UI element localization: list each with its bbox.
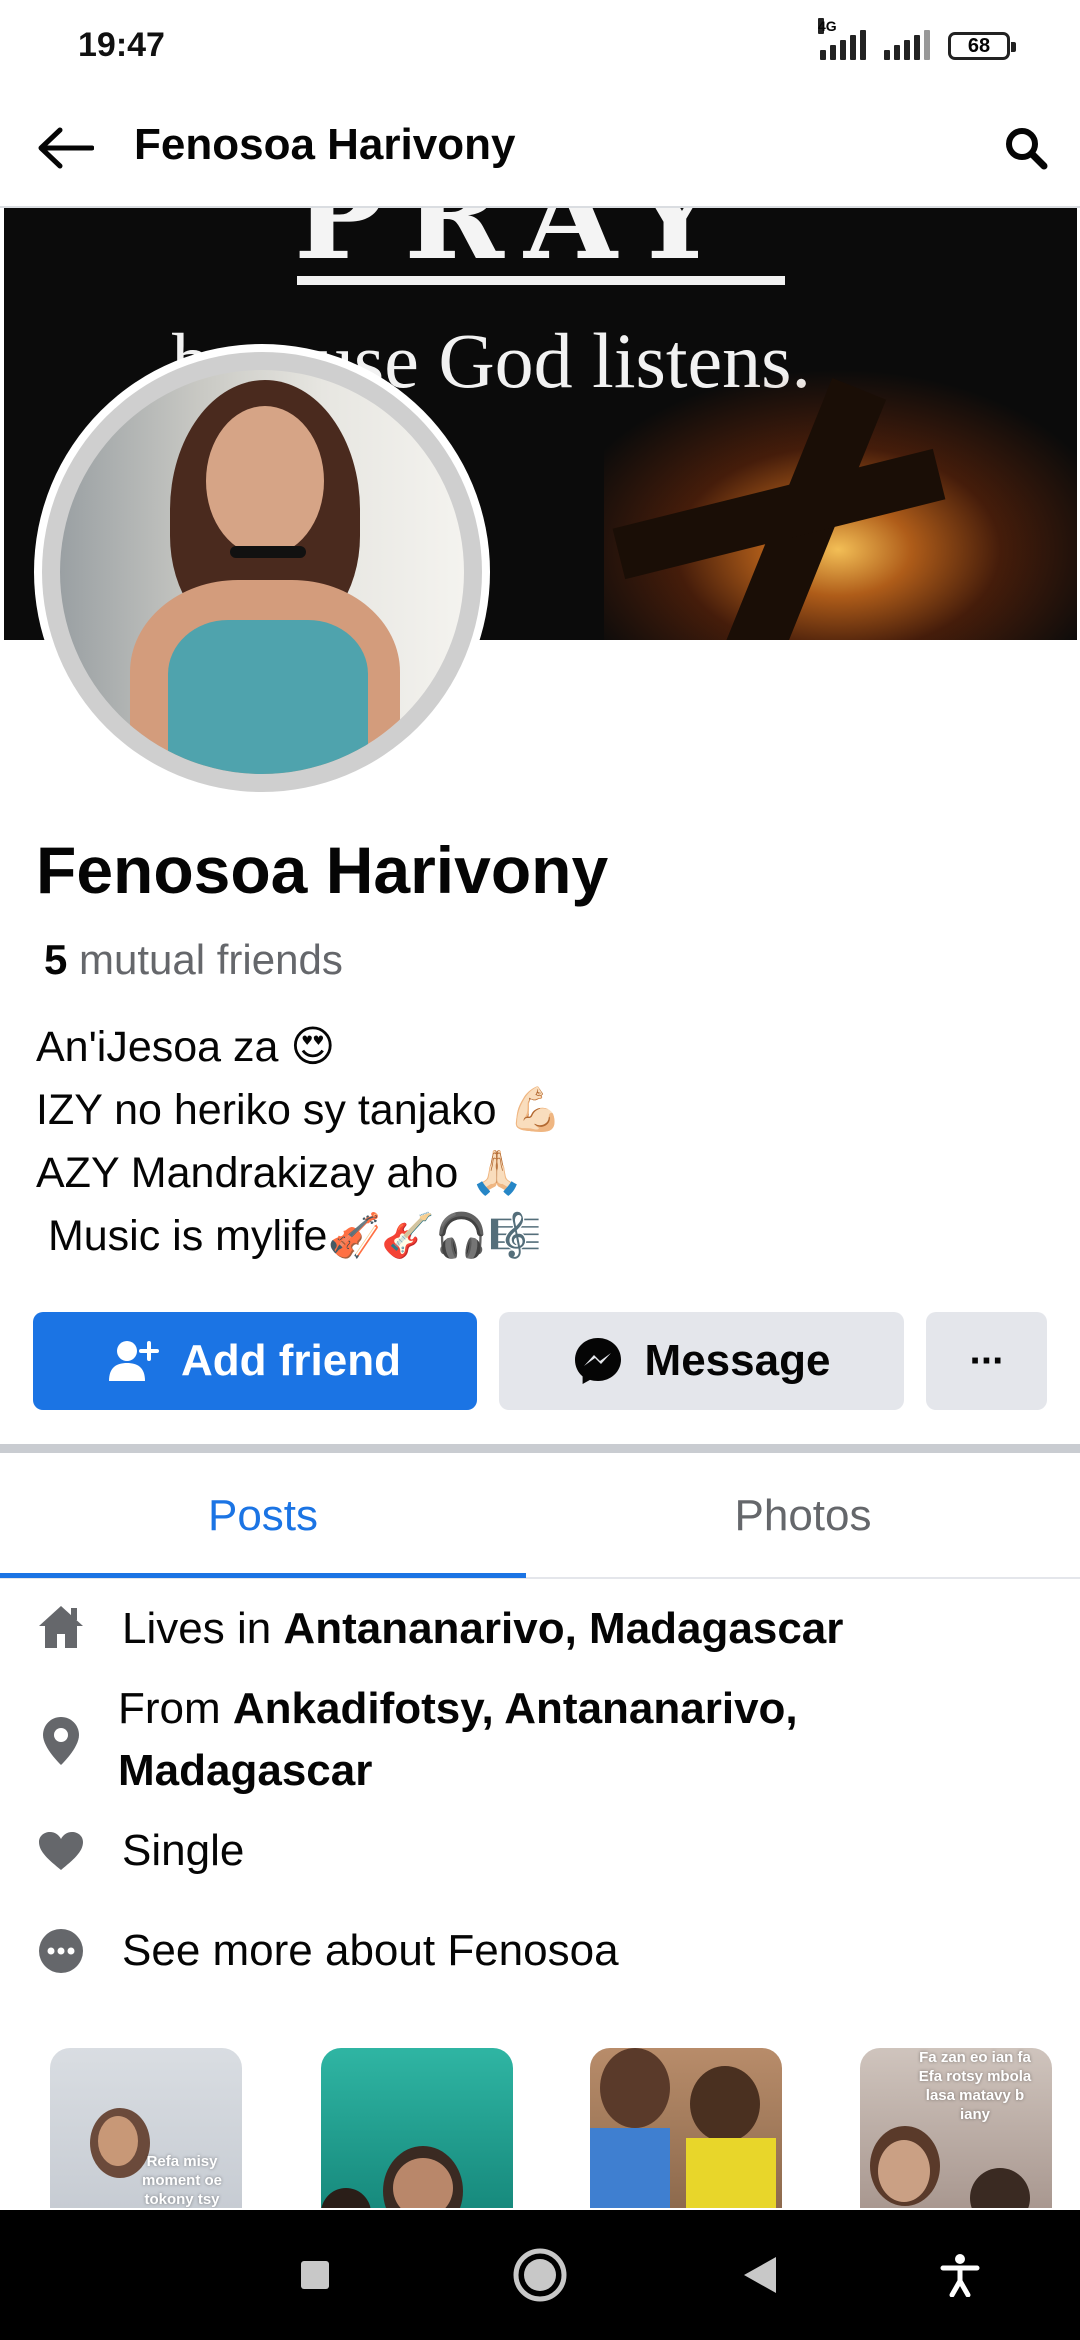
lives-prefix: Lives in <box>122 1604 284 1653</box>
profile-bio: An'iJesoa za 😍 IZY no heriko sy tanjako … <box>36 1016 562 1268</box>
thumb-person <box>970 2168 1030 2208</box>
search-button[interactable] <box>994 116 1058 180</box>
more-circle-icon <box>34 1924 88 1978</box>
bio-line: Music is mylife🎻🎸🎧🎼 <box>36 1212 542 1260</box>
tab-photos[interactable]: Photos <box>540 1454 1066 1578</box>
story-caption: Fa zan eo ian fa Efa rotsy mbola lasa ma… <box>918 2049 1032 2123</box>
heart-icon <box>34 1824 88 1878</box>
status-time: 19:47 <box>78 26 165 64</box>
from-prefix: From <box>118 1684 233 1733</box>
thumb-face <box>600 2048 670 2128</box>
profile-picture[interactable] <box>34 344 490 800</box>
page-title: Fenosoa Harivony <box>134 120 516 169</box>
thumb-shirt <box>590 2128 670 2208</box>
more-options-button[interactable]: ··· <box>926 1312 1047 1410</box>
thumb-shirt <box>686 2138 776 2208</box>
detail-lives-in: Lives in Antananarivo, Madagascar <box>0 1596 1080 1662</box>
bio-line: AZY Mandrakizay aho 🙏🏻 <box>36 1149 524 1197</box>
back-button[interactable] <box>30 118 100 178</box>
battery-icon: 68 <box>948 32 1016 60</box>
avatar-photo <box>60 370 464 774</box>
top-app-bar: Fenosoa Harivony <box>0 90 1080 208</box>
mutual-count: 5 <box>44 936 68 983</box>
see-more-about[interactable]: See more about Fenosoa <box>0 1916 1080 1986</box>
tab-posts[interactable]: Posts <box>0 1454 526 1578</box>
home-icon <box>34 1600 88 1654</box>
mutual-friends[interactable]: 5 mutual friends <box>44 936 343 984</box>
more-dots-icon: ··· <box>969 1338 1006 1383</box>
recents-button[interactable] <box>285 2245 345 2305</box>
network-type-label: 4G <box>818 18 837 34</box>
back-nav-button[interactable] <box>730 2245 790 2305</box>
battery-level: 68 <box>967 34 991 57</box>
message-label: Message <box>644 1336 831 1385</box>
location-pin-icon <box>34 1714 88 1768</box>
active-tab-indicator <box>0 1573 526 1578</box>
story-thumbnail[interactable] <box>321 2048 513 2208</box>
add-person-icon <box>109 1339 159 1383</box>
story-thumbnail[interactable] <box>590 2048 782 2208</box>
thumb-face <box>690 2066 760 2142</box>
messenger-icon <box>573 1336 623 1386</box>
status-bar: 19:47 4G 68 <box>0 0 1080 90</box>
detail-relationship: Single <box>0 1818 1080 1884</box>
detail-from: From Ankadifotsy, Antananarivo, Madagasc… <box>0 1676 1080 1806</box>
from-value-line2: Madagascar <box>118 1746 373 1795</box>
triangle-back-icon <box>744 2257 776 2293</box>
search-icon <box>1006 128 1048 170</box>
arrow-left-icon <box>38 127 94 169</box>
add-friend-label: Add friend <box>181 1336 401 1385</box>
story-caption: Refa misy moment oe tokony tsy <box>141 2153 222 2208</box>
home-circle-icon <box>513 2248 567 2302</box>
system-navigation-bar <box>0 2210 1080 2340</box>
avatar-choker <box>230 546 306 558</box>
accessibility-button[interactable] <box>930 2245 990 2305</box>
thumb-person <box>321 2188 371 2208</box>
lives-value: Antananarivo, Madagascar <box>283 1604 844 1653</box>
profile-name: Fenosoa Harivony <box>36 833 609 907</box>
relationship-status: Single <box>122 1826 245 1875</box>
thumb-face <box>878 2140 930 2202</box>
section-divider <box>0 1444 1080 1453</box>
bio-line: An'iJesoa za 😍 <box>36 1023 336 1071</box>
mutual-label: mutual friends <box>79 936 343 983</box>
from-value: Ankadifotsy, Antananarivo, <box>232 1684 798 1733</box>
see-more-label: See more about Fenosoa <box>122 1926 619 1975</box>
story-thumbnail[interactable]: Fa zan eo ian fa Efa rotsy mbola lasa ma… <box>860 2048 1052 2208</box>
add-friend-button[interactable]: Add friend <box>33 1312 477 1410</box>
home-button[interactable] <box>510 2245 570 2305</box>
status-indicators: 4G 68 <box>818 18 1016 60</box>
story-thumbnail[interactable]: Refa misy moment oe tokony tsy <box>50 2048 242 2208</box>
cover-divider <box>297 276 785 285</box>
avatar-top <box>168 620 368 774</box>
avatar-face <box>206 406 324 556</box>
signal-4g-icon: 4G <box>818 18 866 60</box>
signal-icon <box>884 30 930 60</box>
accessibility-icon <box>940 2254 980 2297</box>
square-icon <box>301 2261 329 2289</box>
bio-line: IZY no heriko sy tanjako 💪🏻 <box>36 1086 562 1134</box>
message-button[interactable]: Message <box>499 1312 904 1410</box>
